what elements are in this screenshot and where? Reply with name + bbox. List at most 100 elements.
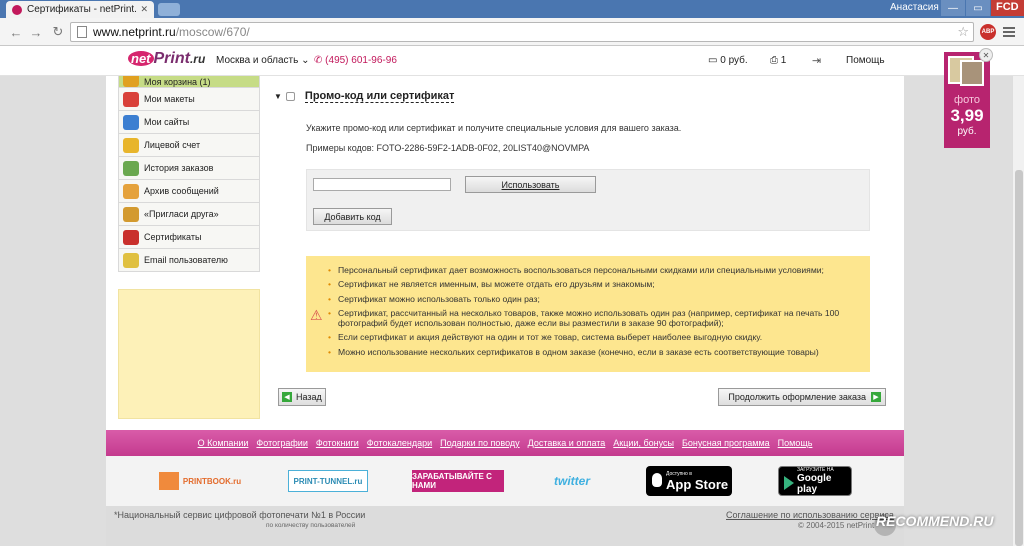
phone-number: ✆ (495) 601-96-96 [314,55,397,66]
scrollbar-thumb[interactable] [1015,170,1023,546]
reload-icon[interactable]: ↻ [50,24,66,40]
add-code-button[interactable]: Добавить код [313,208,392,225]
footer-slogan: *Национальный сервис цифровой фотопечати… [114,510,366,520]
page-content: Моя корзина (1) Мои макеты Мои сайты Лицево… [106,76,904,430]
footer-link[interactable]: Помощь [778,438,813,448]
sidebar-item-label: Email пользователю [144,255,228,265]
sidebar-item-icon [123,229,139,245]
notice-item: Если сертификат и акция действуют на оди… [328,332,860,343]
footer-nav: О Компании Фотографии Фотокниги Фотокаленда… [106,430,904,456]
notice-list: Персональный сертификат дает возможность… [328,265,860,361]
cart-balance[interactable]: ▭ 0 руб. [708,55,748,66]
sidebar-banner-area [118,289,260,419]
footer-link[interactable]: Доставка и оплата [528,438,606,448]
sidebar-item-icon [123,76,139,87]
netprint-favicon-icon [12,4,22,15]
sidebar-item[interactable]: Мои сайты [118,111,260,134]
photo-price-promo[interactable]: фото 3,99 руб. [944,52,990,148]
expand-arrow-icon[interactable]: ▼ [274,92,282,101]
google-play-badge[interactable]: ЗАГРУЗИТЕ НА Google play [778,466,852,496]
footer-link[interactable]: Фотокалендари [367,438,432,448]
adblock-icon[interactable]: ABP [980,24,996,40]
footer-slogan-sub: по количеству пользователей [266,522,356,529]
footer-bottom: *Национальный сервис цифровой фотопечати… [106,506,904,546]
promo-section-header[interactable]: ▼ Промо-код или сертификат [274,90,455,103]
sidebar-item-label: Мои макеты [144,94,195,104]
earn-with-us-banner[interactable]: ЗАРАБАТЫВАЙТЕ С НАМИ [412,470,504,492]
twitter-logo[interactable]: twitter [542,470,602,492]
footer-link[interactable]: О Компании [198,438,249,448]
sidebar-item-label: Сертификаты [144,232,202,242]
logout-icon[interactable]: ⇥ [812,54,821,67]
sidebar-item[interactable]: Сертификаты [118,226,260,249]
back-button[interactable]: ◀ Назад [278,388,326,406]
sidebar-item[interactable]: Моя корзина (1) [118,76,260,88]
sidebar-item[interactable]: Мои макеты [118,88,260,111]
watermark: RECOMMEND.RU [876,513,994,529]
tab-title: Сертификаты - netPrint.r [27,4,138,15]
sidebar-item-label: Архив сообщений [144,186,219,196]
sidebar-item-label: Лицевой счет [144,140,201,150]
sidebar-item-label: Моя корзина (1) [144,77,211,87]
copyright: © 2004-2015 netPrint [798,521,875,530]
new-tab-button[interactable] [158,3,180,16]
phone-icon: ✆ [314,55,326,66]
account-sidebar: Моя корзина (1) Мои макеты Мои сайты Лицево… [118,76,260,419]
partner-logos: PRINTBOOK.ru PRINT-TUNNEL.ru ЗАРАБАТЫВАЙ… [106,456,904,506]
print-counter[interactable]: ⎙ 1 [770,55,786,66]
left-arrow-icon: ◀ [282,392,292,402]
sidebar-item-label: Мои сайты [144,117,190,127]
terms-link[interactable]: Соглашение по использованию сервиса [726,510,894,520]
back-arrow-icon[interactable]: ← [8,24,24,40]
url-host: www.netprint.ru [93,25,176,39]
footer-link[interactable]: Фотографии [256,438,307,448]
wallet-icon: ▭ [708,55,721,66]
address-bar[interactable]: www.netprint.ru /moscow/670/ ☆ [70,22,974,42]
sidebar-item[interactable]: Email пользователю [118,249,260,272]
print-tunnel-logo[interactable]: PRINT-TUNNEL.ru [288,470,368,492]
certificate-notice: ⚠ Персональный сертификат дает возможнос… [306,256,870,372]
page-scrollbar[interactable] [1012,76,1024,546]
promo-examples: Примеры кодов: FOTO-2286-59F2-1ADB-0F02,… [306,143,590,153]
sidebar-item[interactable]: История заказов [118,157,260,180]
close-promo-icon[interactable]: ✕ [979,48,993,62]
notice-item: Персональный сертификат дает возможность… [328,265,860,276]
maximize-window-icon[interactable]: ▭ [966,0,990,16]
footer-link[interactable]: Акции, бонусы [613,438,674,448]
promo-checkbox[interactable] [285,92,295,101]
browser-tab[interactable]: Сертификаты - netPrint.r ✕ [6,1,154,18]
browser-toolbar: ← → ↻ www.netprint.ru /moscow/670/ ☆ ABP [0,18,1024,46]
help-link[interactable]: Помощь [846,55,885,66]
page-icon [77,26,87,38]
sidebar-item[interactable]: «Пригласи друга» [118,203,260,226]
sidebar-item[interactable]: Архив сообщений [118,180,260,203]
browser-user-name[interactable]: Анастасия [890,2,939,13]
promo-label: фото [954,94,980,106]
apple-icon [652,473,662,487]
sidebar-item[interactable]: Лицевой счет [118,134,260,157]
sidebar-item-label: «Пригласи друга» [144,209,219,219]
notice-item: Можно использование нескольких сертифика… [328,347,860,358]
footer-link[interactable]: Подарки по поводу [440,438,520,448]
tab-close-icon[interactable]: ✕ [140,4,148,15]
sidebar-item-icon [123,91,139,107]
netprint-logo[interactable]: net Print.ru [128,50,205,68]
sidebar-item-label: История заказов [144,163,214,173]
url-path: /moscow/670/ [175,25,250,39]
footer-link[interactable]: Бонусная программа [682,438,770,448]
minimize-window-icon[interactable]: — [941,0,965,16]
site-header: net Print.ru Москва и область ⌄ ✆ (495) 6… [0,46,1024,76]
promo-code-input[interactable] [313,178,451,191]
continue-order-button[interactable]: Продолжить оформление заказа ▶ [718,388,886,406]
printbook-logo[interactable]: PRINTBOOK.ru [158,470,242,492]
bookmark-star-icon[interactable]: ☆ [957,24,969,40]
forward-arrow-icon[interactable]: → [28,24,44,40]
app-store-badge[interactable]: Доступно в App Store [646,466,732,496]
footer-link[interactable]: Фотокниги [316,438,359,448]
city-selector[interactable]: Москва и область ⌄ [216,55,309,66]
sidebar-item-icon [123,137,139,153]
promo-section-title[interactable]: Промо-код или сертификат [304,90,455,103]
browser-menu-icon[interactable] [1003,27,1015,39]
use-code-button[interactable]: Использовать [465,176,596,193]
notice-item: Сертификат можно использовать только оди… [328,294,860,305]
